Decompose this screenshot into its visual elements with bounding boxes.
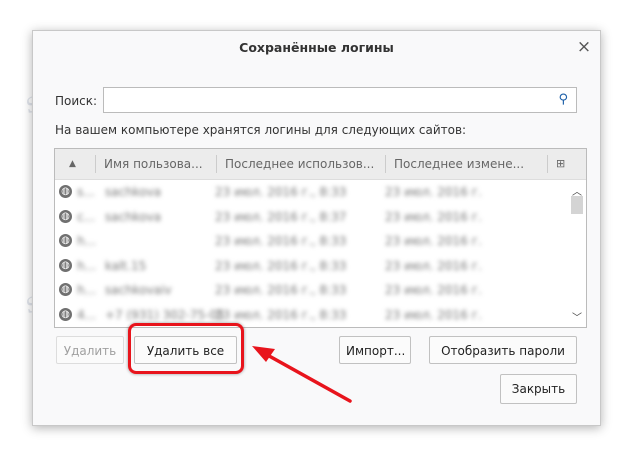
annotation-arrow xyxy=(252,346,352,403)
